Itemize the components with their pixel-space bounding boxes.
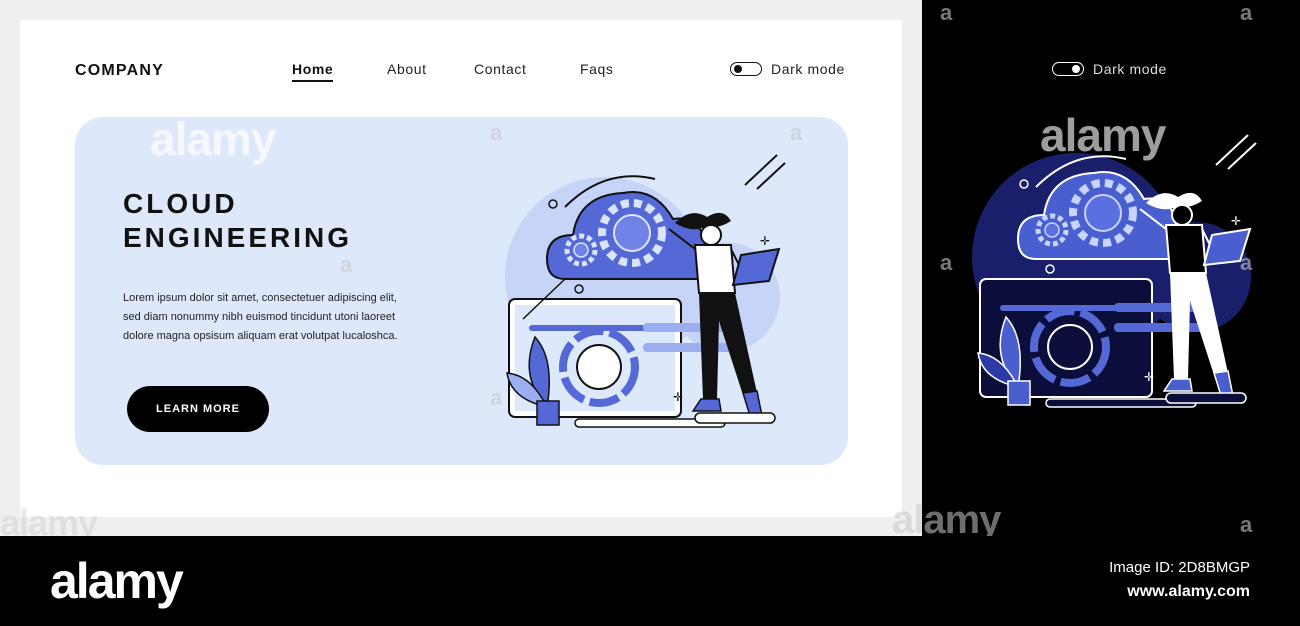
dark-mode-label: Dark mode: [1093, 61, 1167, 77]
svg-text:✛: ✛: [1144, 370, 1154, 384]
watermark: alamy: [1040, 109, 1166, 161]
svg-text:✛: ✛: [673, 390, 683, 404]
dark-mode-toggle[interactable]: [1052, 62, 1084, 76]
watermark-mark: a: [1240, 0, 1253, 25]
site-url: www.alamy.com: [1127, 583, 1250, 600]
hero-description-line: sed diam nonummy nibh euismod tincidunt …: [123, 311, 396, 323]
stock-footer: alamy Image ID: 2D8BMGP www.alamy.com: [0, 536, 1300, 626]
light-landing-page: COMPANY Home About Contact Faqs Dark mod…: [20, 20, 902, 517]
watermark-mark: a: [490, 120, 503, 145]
toggle-knob: [1072, 64, 1080, 73]
watermark: alamy: [150, 113, 276, 165]
watermark-mark: a: [940, 250, 953, 275]
alamy-logo: alamy: [50, 553, 184, 609]
gear-icon: [1035, 213, 1069, 247]
brand-logo[interactable]: COMPANY: [75, 62, 164, 80]
hero-description-line: Lorem ipsum dolor sit amet, consectetuer…: [123, 292, 397, 304]
nav-home[interactable]: Home: [292, 61, 334, 82]
toggle-knob: [734, 64, 742, 73]
hero-title-line-1: CLOUD: [123, 188, 238, 219]
gear-icon: [598, 199, 666, 267]
hero-description: Lorem ipsum dolor sit amet, consectetuer…: [123, 289, 423, 346]
svg-text:✛: ✛: [760, 234, 770, 248]
learn-more-button[interactable]: LEARN MORE: [127, 386, 269, 432]
hero-title: CLOUD ENGINEERING: [123, 187, 423, 255]
nav-contact[interactable]: Contact: [474, 61, 526, 77]
watermark-mark: a: [1240, 250, 1253, 275]
watermark-mark: a: [1240, 512, 1253, 537]
dark-mode-toggle[interactable]: [730, 62, 762, 76]
cloud-engineering-illustration-dark: ✛ ✛: [972, 134, 1257, 408]
gear-icon: [564, 233, 598, 267]
watermark-mark: a: [490, 385, 503, 410]
hero-title-line-2: ENGINEERING: [123, 222, 353, 253]
hero-section: CLOUD ENGINEERING Lorem ipsum dolor sit …: [75, 117, 848, 465]
watermark-mark: a: [940, 0, 953, 25]
dark-mode-label: Dark mode: [771, 61, 845, 77]
watermark-mark: a: [340, 252, 353, 277]
nav-faqs[interactable]: Faqs: [580, 61, 614, 77]
gear-icon: [1069, 179, 1137, 247]
nav-about[interactable]: About: [387, 61, 427, 77]
image-id: Image ID: 2D8BMGP: [1109, 559, 1250, 576]
cloud-engineering-illustration: ✛ ✛: [505, 154, 786, 428]
hero-description-line: dolore magna opsisum aliquam erat volutp…: [123, 330, 398, 342]
watermark-mark: a: [790, 120, 803, 145]
svg-text:✛: ✛: [1231, 214, 1241, 228]
